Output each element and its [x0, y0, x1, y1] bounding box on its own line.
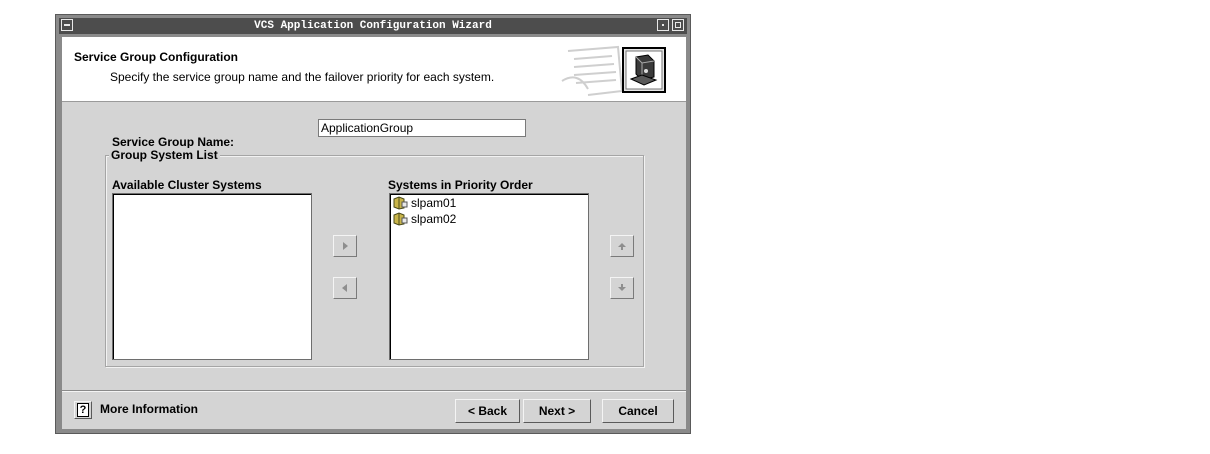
back-button[interactable]: < Back: [455, 399, 520, 423]
service-group-name-label: Service Group Name:: [112, 135, 235, 149]
add-system-button[interactable]: [333, 235, 357, 257]
server-computer-icon: [622, 47, 666, 93]
wizard-window: VCS Application Configuration Wizard Ser…: [55, 14, 691, 434]
service-group-name-input[interactable]: ApplicationGroup: [318, 119, 526, 137]
group-system-list-legend: Group System List: [109, 148, 220, 162]
move-up-button[interactable]: [610, 235, 634, 257]
priority-systems-list[interactable]: slpam01 slpam02: [389, 193, 589, 360]
cluster-node-icon: [393, 212, 408, 226]
watermark-graphic: [561, 45, 624, 96]
available-systems-list[interactable]: [112, 193, 312, 360]
list-item[interactable]: slpam01: [392, 196, 456, 211]
page-title: Service Group Configuration: [74, 50, 239, 64]
page-subtitle: Specify the service group name and the f…: [110, 70, 495, 84]
cancel-button[interactable]: Cancel: [602, 399, 674, 423]
wizard-content: Service Group Configuration Specify the …: [62, 37, 686, 429]
more-information-label[interactable]: More Information: [100, 402, 198, 416]
available-systems-label: Available Cluster Systems: [112, 178, 262, 192]
next-button[interactable]: Next >: [523, 399, 591, 423]
down-arrow-icon: [618, 284, 626, 291]
help-icon: ?: [77, 403, 89, 417]
move-down-button[interactable]: [610, 277, 634, 299]
system-name: slpam02: [411, 212, 457, 226]
minimize-button[interactable]: [657, 19, 669, 31]
help-button[interactable]: ?: [74, 401, 92, 419]
window-title: VCS Application Configuration Wizard: [254, 20, 492, 32]
list-item[interactable]: slpam02: [392, 212, 456, 227]
maximize-button[interactable]: [672, 19, 684, 31]
up-arrow-icon: [618, 243, 626, 250]
priority-systems-label: Systems in Priority Order: [388, 178, 533, 192]
right-arrow-icon: [343, 242, 348, 250]
system-name: slpam01: [411, 196, 457, 210]
remove-system-button[interactable]: [333, 277, 357, 299]
title-bar[interactable]: VCS Application Configuration Wizard: [59, 18, 687, 34]
cluster-node-icon: [393, 196, 408, 210]
wizard-header: Service Group Configuration Specify the …: [62, 37, 686, 102]
left-arrow-icon: [342, 284, 347, 292]
footer-separator: [62, 390, 686, 392]
